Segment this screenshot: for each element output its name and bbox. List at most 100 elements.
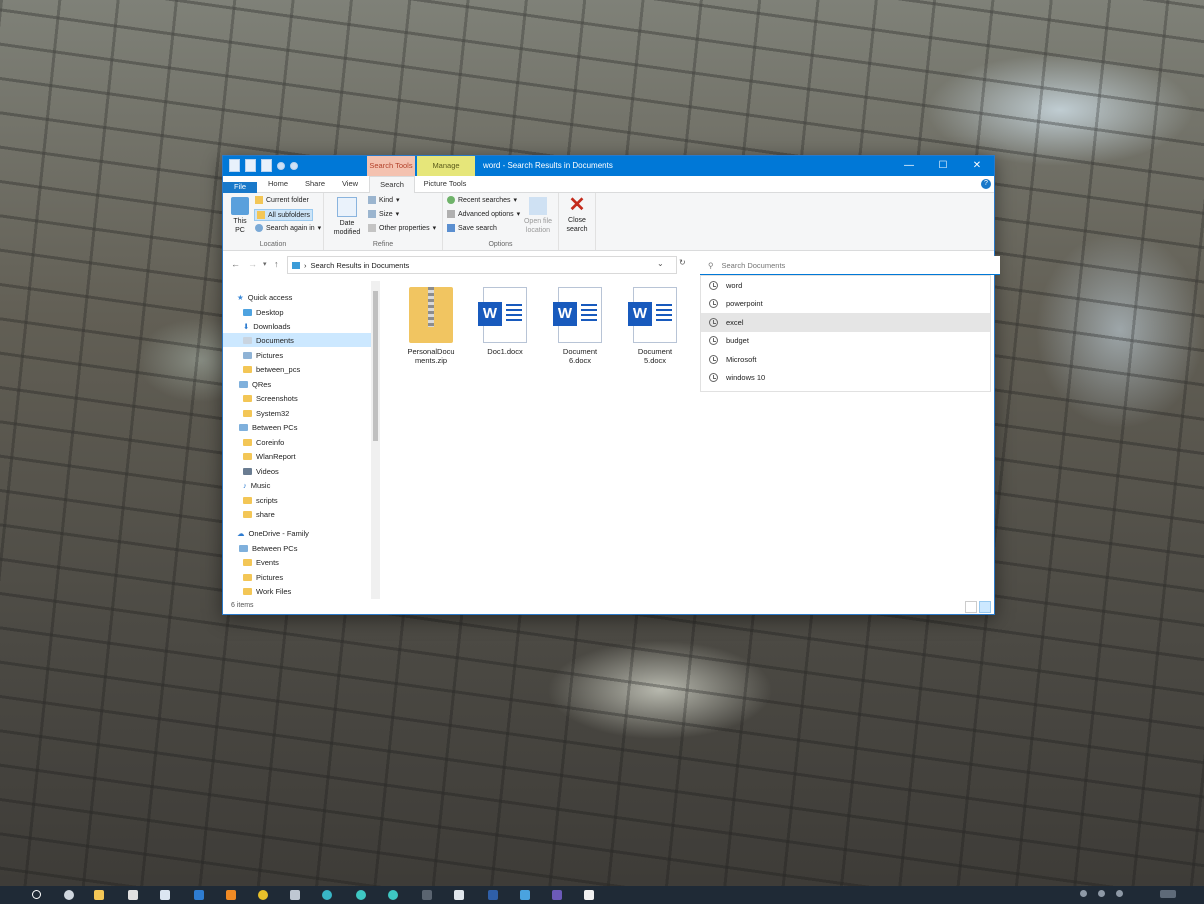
back-button[interactable]: ←: [231, 259, 240, 269]
tray-icon[interactable]: [1116, 890, 1123, 897]
folders-icon: [257, 211, 265, 219]
help-icon[interactable]: ?: [981, 179, 991, 189]
nav-downloads[interactable]: ⬇Downloads📌: [223, 319, 371, 333]
nav-screenshots[interactable]: Screenshots📌: [223, 391, 371, 405]
tab-view[interactable]: View: [335, 176, 365, 192]
nav-scripts[interactable]: scripts📌: [223, 493, 371, 507]
app-icon[interactable]: [454, 890, 464, 900]
file-item[interactable]: PersonalDocu ments.zip: [401, 287, 461, 365]
close-search-group: ✕ Close search: [559, 193, 596, 250]
search-icon[interactable]: [32, 890, 41, 899]
quick-access-toolbar: [229, 159, 298, 172]
notepad-icon[interactable]: [584, 890, 594, 900]
up-button[interactable]: ↑: [274, 259, 279, 269]
app-icon[interactable]: [388, 890, 398, 900]
search-again-in-button[interactable]: Search again in ▾: [255, 224, 321, 232]
file-item[interactable]: W Document 6.docx: [550, 287, 610, 365]
save-search-button[interactable]: Save search: [447, 224, 497, 232]
kind-button[interactable]: Kind ▾: [368, 196, 400, 204]
mail-icon[interactable]: [160, 890, 170, 900]
network-folder-icon: [239, 423, 248, 431]
undo-icon[interactable]: [277, 161, 285, 170]
app-icon[interactable]: [488, 890, 498, 900]
scroll-thumb[interactable]: [373, 291, 378, 441]
open-file-location-button[interactable]: Open file location: [521, 197, 555, 235]
nav-quick-access[interactable]: ★ Quick access: [223, 290, 371, 304]
details-view-icon[interactable]: [965, 601, 977, 613]
customize-qat-icon[interactable]: [290, 161, 298, 170]
network-folder-icon: [239, 380, 248, 388]
nav-desktop[interactable]: Desktop📌: [223, 305, 371, 319]
nav-scrollbar[interactable]: [371, 281, 380, 599]
forward-button[interactable]: →: [248, 259, 257, 269]
size-label: Size: [379, 210, 393, 218]
address-path: Search Results in Documents: [310, 260, 410, 270]
nav-onedrive-pictures[interactable]: Pictures: [223, 570, 371, 584]
properties-icon[interactable]: [245, 159, 256, 172]
tab-search[interactable]: Search: [369, 176, 415, 193]
minimize-button[interactable]: —: [892, 156, 926, 176]
tray-icon[interactable]: [1098, 890, 1105, 897]
keyboard-icon[interactable]: [1160, 890, 1176, 898]
ribbon: This PC Current folder All subfolders Se…: [223, 193, 994, 251]
nav-label: scripts: [256, 495, 278, 505]
nav-label: Between PCs: [252, 543, 298, 553]
terminal-icon[interactable]: [422, 890, 432, 900]
edge-icon[interactable]: [322, 890, 332, 900]
app-icon[interactable]: [290, 890, 300, 900]
close-search-button[interactable]: ✕ Close search: [563, 195, 591, 234]
desktop-icon: [243, 308, 252, 316]
file-item[interactable]: W Document 5.docx: [625, 287, 685, 365]
address-dropdown-icon[interactable]: ⌄: [657, 259, 664, 268]
nav-documents[interactable]: Documents📌: [223, 333, 371, 347]
tab-share[interactable]: Share: [299, 176, 331, 192]
chevron-down-icon: ▾: [516, 211, 521, 218]
close-button[interactable]: ✕: [960, 156, 994, 176]
search-input[interactable]: [719, 259, 964, 271]
nav-pictures[interactable]: Pictures📌: [223, 348, 371, 362]
teams-icon[interactable]: [552, 890, 562, 900]
new-folder-icon[interactable]: [261, 159, 272, 172]
nav-onedrive-events[interactable]: Events: [223, 555, 371, 569]
nav-onedrive-work-files[interactable]: Work Files: [223, 584, 371, 598]
file-item[interactable]: W Doc1.docx: [475, 287, 535, 356]
nav-wlanreport[interactable]: WlanReport📌: [223, 449, 371, 463]
nav-between-pcs-folder[interactable]: between_pcs📌: [223, 362, 371, 376]
advanced-options-button[interactable]: Advanced options ▾: [447, 210, 520, 218]
tab-home[interactable]: Home: [261, 176, 295, 192]
this-pc-button[interactable]: This PC: [229, 197, 251, 235]
recent-locations-chevron-icon[interactable]: ▾: [263, 260, 267, 268]
refresh-icon[interactable]: ↻: [679, 258, 686, 267]
word-doc-icon: W: [553, 287, 602, 343]
date-modified-button[interactable]: Date modified: [330, 197, 364, 237]
recent-searches-button[interactable]: Recent searches ▾: [447, 196, 517, 204]
store-icon[interactable]: [128, 890, 138, 900]
current-folder-button[interactable]: Current folder: [255, 196, 309, 204]
nav-onedrive-between-pcs[interactable]: Between PCs: [223, 541, 371, 555]
firefox-icon[interactable]: [226, 890, 236, 900]
large-icons-view-icon[interactable]: [979, 601, 991, 613]
file-explorer-taskbar-icon[interactable]: [94, 890, 104, 900]
nav-videos[interactable]: Videos📌: [223, 464, 371, 478]
other-properties-button[interactable]: Other properties ▾: [368, 224, 436, 232]
nav-share[interactable]: share📌: [223, 507, 371, 521]
date-modified-label: Date modified: [333, 220, 361, 236]
tab-picture-tools[interactable]: Picture Tools: [419, 176, 471, 192]
app-icon[interactable]: [356, 890, 366, 900]
nav-between-pcs[interactable]: Between PCs📌: [223, 420, 371, 434]
app-icon[interactable]: [194, 890, 204, 900]
maximize-button[interactable]: ☐: [926, 156, 960, 176]
nav-coreinfo[interactable]: Coreinfo📌: [223, 435, 371, 449]
nav-qres[interactable]: QRes📌: [223, 377, 371, 391]
all-subfolders-button[interactable]: All subfolders: [254, 209, 314, 221]
nav-music[interactable]: ♪Music📌: [223, 478, 371, 492]
address-bar[interactable]: › Search Results in Documents: [287, 256, 677, 274]
settings-icon[interactable]: [64, 890, 74, 900]
nav-onedrive[interactable]: ☁ OneDrive - Family: [223, 526, 371, 540]
chrome-icon[interactable]: [258, 890, 268, 900]
tray-icon[interactable]: [1080, 890, 1087, 897]
nav-system32[interactable]: System32📌: [223, 406, 371, 420]
app-icon[interactable]: [520, 890, 530, 900]
search-box[interactable]: ⚲: [700, 256, 1000, 275]
size-button[interactable]: Size ▾: [368, 210, 399, 218]
